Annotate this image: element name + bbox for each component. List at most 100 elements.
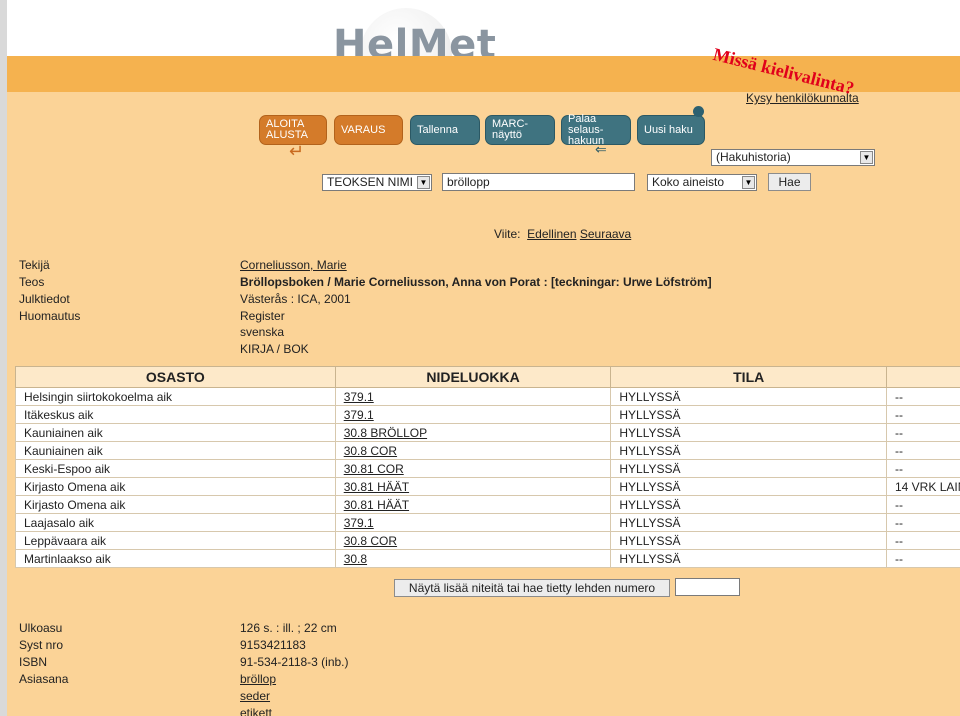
branch-cell: Laajasalo aik xyxy=(15,513,336,532)
show-more-items-button[interactable]: Näytä lisää niteitä tai hae tietty lehde… xyxy=(394,579,670,597)
callnumber-cell: 30.8 BRÖLLOP xyxy=(334,423,612,442)
left-edge xyxy=(0,0,7,716)
chevron-down-icon: ▼ xyxy=(860,151,873,164)
sysno-value: 9153421183 xyxy=(240,638,306,652)
title-label: Teos xyxy=(19,275,45,289)
callnumber-link[interactable]: 30.81 HÄÄT xyxy=(344,498,409,512)
status-cell: HYLLYSSÄ xyxy=(610,477,887,496)
table-row: Kauniainen aik 30.8 COR HYLLYSSÄ -- xyxy=(15,441,960,460)
loan-cell: -- xyxy=(886,441,960,460)
callnumber-cell: 379.1 xyxy=(334,513,612,532)
search-submit-button[interactable]: Hae xyxy=(768,173,811,191)
header-callnumber: NIDELUOKKA xyxy=(334,366,612,388)
callnumber-link[interactable]: 30.8 xyxy=(344,552,367,566)
subject-label: Asiasana xyxy=(19,672,69,686)
subject-value-1: bröllop xyxy=(240,672,276,686)
branch-cell: Kauniainen aik xyxy=(15,423,336,442)
note-3: KIRJA / BOK xyxy=(240,342,309,356)
callnumber-cell: 30.81 COR xyxy=(334,459,612,478)
author-label: Tekijä xyxy=(19,258,50,272)
loan-cell: -- xyxy=(886,531,960,550)
title-value: Bröllopsboken / Marie Corneliusson, Anna… xyxy=(240,275,712,289)
chevron-down-icon: ▼ xyxy=(417,176,430,189)
callnumber-link[interactable]: 379.1 xyxy=(344,408,374,422)
loan-cell: -- xyxy=(886,387,960,406)
branch-cell: Helsingin siirtokokoelma aik xyxy=(15,387,336,406)
callnumber-link[interactable]: 30.81 HÄÄT xyxy=(344,480,409,494)
callnumber-cell: 30.8 xyxy=(334,549,612,568)
header-extra xyxy=(886,366,960,388)
table-row: Laajasalo aik 379.1 HYLLYSSÄ -- xyxy=(15,513,960,532)
callnumber-link[interactable]: 30.8 COR xyxy=(344,534,397,548)
status-cell: HYLLYSSÄ xyxy=(610,549,887,568)
format-label: Ulkoasu xyxy=(19,621,63,635)
holdings-header-row: OSASTO NIDELUOKKA TILA xyxy=(15,366,960,388)
table-row: Kirjasto Omena aik 30.81 HÄÄT HYLLYSSÄ 14 V… xyxy=(15,477,960,496)
subject-link[interactable]: seder xyxy=(240,689,270,703)
marc-view-button[interactable]: MARC-näyttö xyxy=(485,115,555,145)
scope-select[interactable]: Koko aineisto ▼ xyxy=(647,174,757,191)
header-branch: OSASTO xyxy=(15,366,336,388)
callnumber-link[interactable]: 30.81 COR xyxy=(344,462,404,476)
subject-value-3: etikett xyxy=(240,706,272,716)
branch-cell: Leppävaara aik xyxy=(15,531,336,550)
previous-link[interactable]: Edellinen xyxy=(527,227,576,241)
status-cell: HYLLYSSÄ xyxy=(610,441,887,460)
ask-staff-link[interactable]: Kysy henkilökunnalta xyxy=(746,91,859,105)
callnumber-link[interactable]: 379.1 xyxy=(344,516,374,530)
table-row: Helsingin siirtokokoelma aik 379.1 HYLLYSS… xyxy=(15,387,960,406)
subject-value-2: seder xyxy=(240,689,270,703)
branch-cell: Itäkeskus aik xyxy=(15,405,336,424)
loan-cell: -- xyxy=(886,459,960,478)
title-rest: / Marie Corneliusson, Anna von Porat : [… xyxy=(324,275,712,289)
callnumber-link[interactable]: 379.1 xyxy=(344,390,374,404)
nav-label: Viite: xyxy=(494,227,521,241)
status-cell: HYLLYSSÄ xyxy=(610,423,887,442)
callnumber-cell: 30.81 HÄÄT xyxy=(334,477,612,496)
loan-cell: -- xyxy=(886,495,960,514)
note-2: svenska xyxy=(240,325,285,339)
callnumber-cell: 30.8 COR xyxy=(334,531,612,550)
author-value: Corneliusson, Marie xyxy=(240,258,347,272)
search-field-select[interactable]: TEOKSEN NIMI ▼ xyxy=(322,174,432,191)
reserve-button[interactable]: VARAUS xyxy=(334,115,403,145)
new-search-dot-icon xyxy=(693,106,704,117)
status-cell: HYLLYSSÄ xyxy=(610,405,887,424)
branch-cell: Kauniainen aik xyxy=(15,441,336,460)
table-row: Martinlaakso aik 30.8 HYLLYSSÄ -- xyxy=(15,549,960,568)
table-row: Kirjasto Omena aik 30.81 HÄÄT HYLLYSSÄ -- xyxy=(15,495,960,514)
search-field-value: TEOKSEN NIMI xyxy=(327,175,414,189)
table-row: Kauniainen aik 30.8 BRÖLLOP HYLLYSSÄ -- xyxy=(15,423,960,442)
loan-cell: -- xyxy=(886,405,960,424)
subject-link[interactable]: bröllop xyxy=(240,672,276,686)
table-row: Leppävaara aik 30.8 COR HYLLYSSÄ -- xyxy=(15,531,960,550)
loan-cell: -- xyxy=(886,549,960,568)
search-input[interactable]: bröllopp xyxy=(442,173,635,191)
back-lines-icon: ⇐ xyxy=(595,141,607,157)
holdings-table: OSASTO NIDELUOKKA TILA Helsingin siirtok… xyxy=(15,366,960,568)
branch-cell: Martinlaakso aik xyxy=(15,549,336,568)
new-search-button[interactable]: Uusi haku xyxy=(637,115,705,145)
branch-cell: Kirjasto Omena aik xyxy=(15,495,336,514)
callnumber-cell: 379.1 xyxy=(334,387,612,406)
scope-value: Koko aineisto xyxy=(652,175,725,189)
chevron-down-icon: ▼ xyxy=(742,176,755,189)
status-cell: HYLLYSSÄ xyxy=(610,495,887,514)
callnumber-link[interactable]: 30.8 COR xyxy=(344,444,397,458)
loan-cell: -- xyxy=(886,423,960,442)
callnumber-cell: 30.8 COR xyxy=(334,441,612,460)
status-cell: HYLLYSSÄ xyxy=(610,387,887,406)
status-cell: HYLLYSSÄ xyxy=(610,531,887,550)
author-link[interactable]: Corneliusson, Marie xyxy=(240,258,347,272)
next-link[interactable]: Seuraava xyxy=(580,227,631,241)
branch-cell: Kirjasto Omena aik xyxy=(15,477,336,496)
search-history-select[interactable]: (Hakuhistoria) ▼ xyxy=(711,149,875,166)
loan-cell: 14 VRK LAIN xyxy=(886,477,960,496)
header-status: TILA xyxy=(610,366,887,388)
subject-link[interactable]: etikett xyxy=(240,706,272,716)
save-button[interactable]: Tallenna xyxy=(410,115,480,145)
callnumber-link[interactable]: 30.8 BRÖLLOP xyxy=(344,426,427,440)
search-history-value: (Hakuhistoria) xyxy=(716,150,791,164)
callnumber-cell: 379.1 xyxy=(334,405,612,424)
issue-number-input[interactable] xyxy=(675,578,740,596)
